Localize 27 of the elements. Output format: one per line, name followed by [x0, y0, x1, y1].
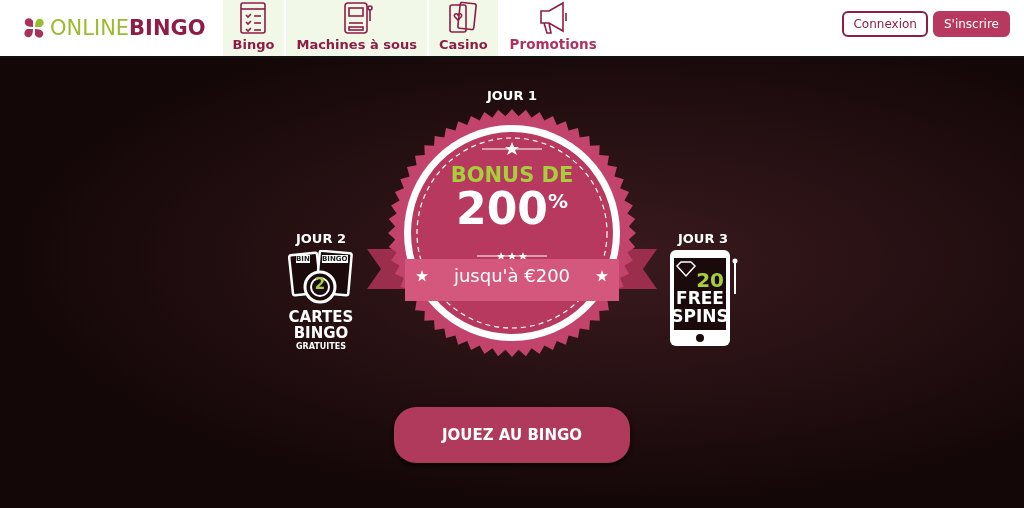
nav-tab[interactable]: Bingo	[222, 0, 285, 56]
day-title: JOUR 3	[678, 231, 728, 246]
login-button[interactable]: Connexion	[842, 11, 928, 37]
nav-tab[interactable]: Casino	[428, 0, 498, 56]
reward-text: CARTES	[288, 310, 354, 326]
bonus-headline: BONUS DE	[450, 163, 574, 187]
day-title: JOUR 1	[487, 88, 537, 103]
reward-text: FREE	[676, 290, 724, 308]
star-icon	[415, 269, 428, 282]
logo-text-bold: BINGO	[129, 16, 206, 40]
logo-text: ONLINE	[50, 16, 130, 40]
phone-slot-icon	[668, 248, 738, 348]
card-count: 2	[313, 275, 327, 293]
signup-button[interactable]: S'inscrire	[932, 11, 1010, 37]
bonus-limit: jusqu'à €200	[453, 265, 571, 286]
reward-subtext: GRATUITES	[296, 341, 346, 351]
spins-count: 20	[696, 270, 724, 290]
megaphone-icon	[537, 0, 570, 34]
star-icon	[596, 269, 609, 282]
nav-tab[interactable]: Machines à sous	[286, 0, 427, 56]
bonus-amount: 200$^{%}$	[456, 187, 568, 231]
reward-text: BINGO	[293, 325, 349, 342]
play-bingo-button[interactable]: JOUEZ AU BINGO	[394, 407, 630, 463]
day-title: JOUR 2	[296, 231, 346, 246]
clover-logo-icon	[22, 16, 46, 40]
playing-cards-icon	[447, 1, 480, 35]
reward-text: SPINS	[671, 307, 729, 326]
